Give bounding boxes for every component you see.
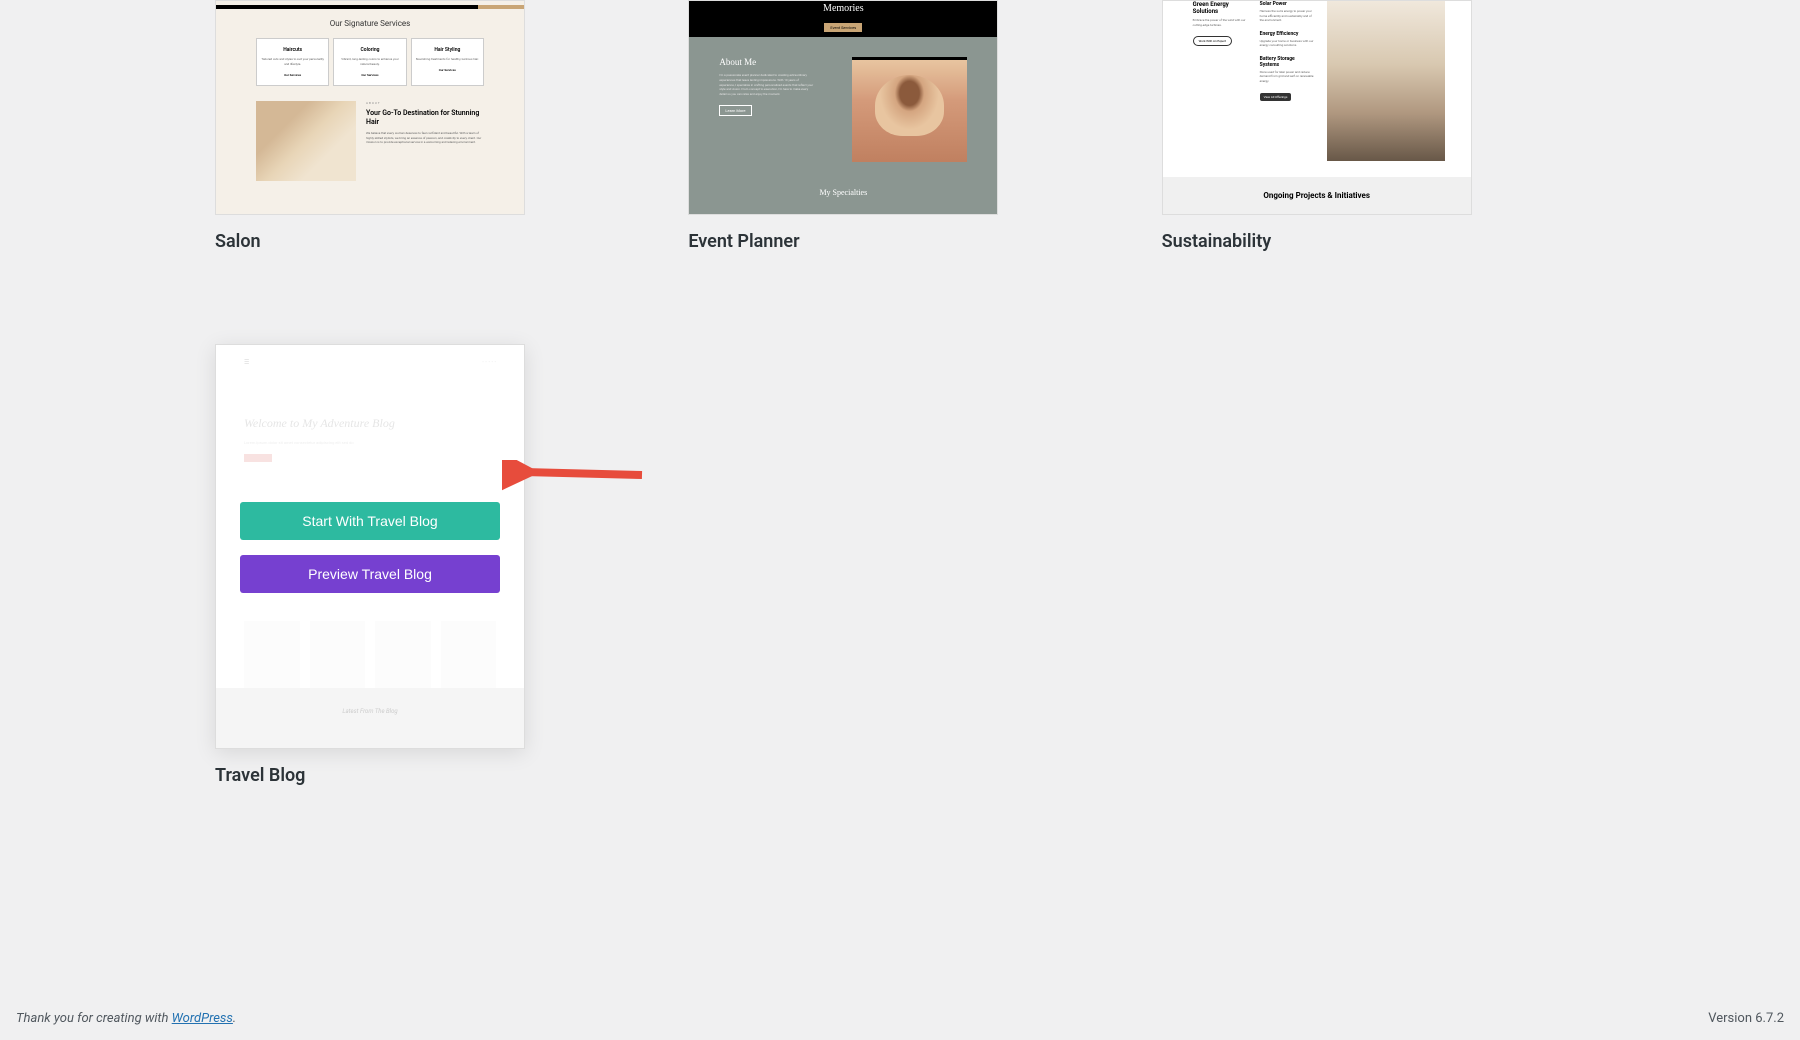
- template-card-salon[interactable]: Our Signature Services Haircuts Tailored…: [215, 0, 638, 252]
- preview-travel-blog-button[interactable]: Preview Travel Blog: [240, 555, 500, 593]
- sustainability-image: [1327, 1, 1445, 161]
- admin-footer: Thank you for creating with WordPress. V…: [0, 997, 1800, 1040]
- template-card-travel-blog[interactable]: ☰ · · · · · Welcome to My Adventure Blog…: [215, 344, 638, 786]
- template-title-salon: Salon: [215, 231, 638, 252]
- template-card-event-planner[interactable]: Memories Event Services About Me I'm a p…: [688, 0, 1111, 252]
- salon-preview: Our Signature Services Haircuts Tailored…: [215, 0, 525, 215]
- template-title-event-planner: Event Planner: [688, 231, 1111, 252]
- start-with-travel-blog-button[interactable]: Start With Travel Blog: [240, 502, 500, 540]
- event-preview: Memories Event Services About Me I'm a p…: [688, 0, 998, 215]
- footer-thank-you: Thank you for creating with: [16, 1011, 172, 1026]
- salon-image: [256, 101, 356, 181]
- travel-blog-preview: ☰ · · · · · Welcome to My Adventure Blog…: [215, 344, 525, 749]
- template-card-sustainability[interactable]: Green Energy Solutions Embrace the power…: [1162, 0, 1585, 252]
- event-photo: [852, 57, 967, 162]
- template-title-travel-blog: Travel Blog: [215, 765, 638, 786]
- wordpress-link[interactable]: WordPress: [172, 1011, 233, 1026]
- sustainability-preview: Green Energy Solutions Embrace the power…: [1162, 0, 1472, 215]
- template-title-sustainability: Sustainability: [1162, 231, 1585, 252]
- salon-section-title: Our Signature Services: [216, 19, 524, 28]
- version-text: Version 6.7.2: [1708, 1011, 1784, 1026]
